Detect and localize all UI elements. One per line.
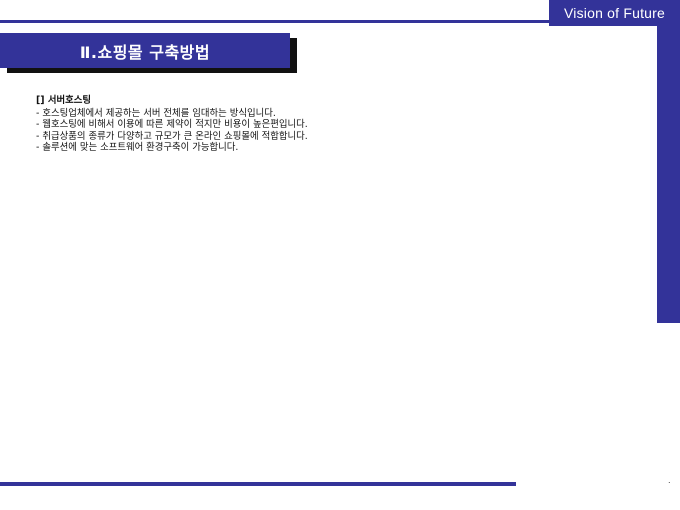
bullet-item: - 웹호스팅에 비해서 이용에 따른 제약이 적지만 비용이 높은편입니다. (36, 119, 308, 130)
content-section: [] 서버호스팅 - 호스팅업체에서 제공하는 서버 전체를 임대하는 방식입니… (36, 95, 636, 154)
bottom-divider (0, 482, 516, 486)
top-divider (0, 20, 549, 23)
right-accent-bar (657, 26, 680, 323)
section-heading: [] 서버호스팅 (36, 95, 91, 106)
bullet-item: - 취급상품의 종류가 다양하고 규모가 큰 온라인 쇼핑몰에 적합합니다. (36, 130, 308, 142)
brand-tab: Vision of Future (549, 0, 680, 26)
bullet-item: - 호스팅업체에서 제공하는 서버 전체를 임대하는 방식입니다. (36, 107, 276, 119)
slide-title: Ⅱ.쇼핑몰 구축방법 (0, 33, 290, 68)
corner-mark: . (668, 476, 671, 485)
bullet-item: - 솔루션에 맞는 소프트웨어 환경구축이 가능합니다. (36, 142, 239, 153)
